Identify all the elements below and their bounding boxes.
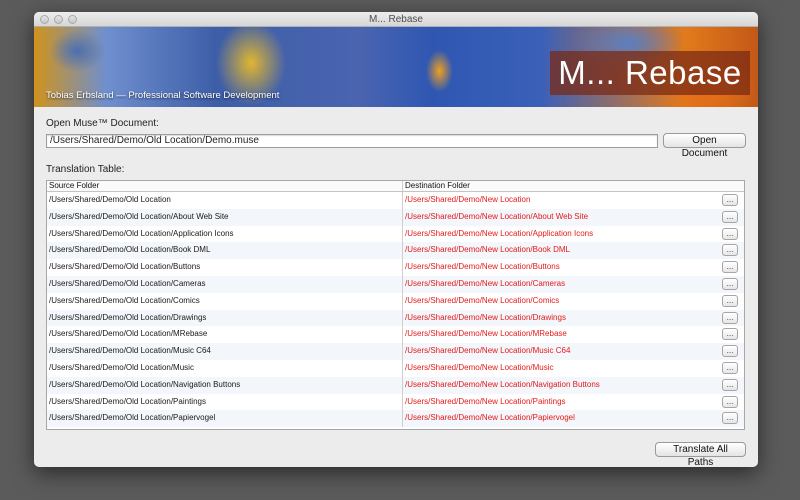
browse-destination-button[interactable]: ... [722, 395, 738, 408]
destination-path: /Users/Shared/Demo/New Location/Painting… [405, 396, 566, 406]
app-window: M... Rebase Tobias Erbsland — Profession… [34, 12, 758, 467]
table-row[interactable]: /Users/Shared/Demo/Old Location/Applicat… [47, 225, 744, 243]
destination-folder-cell[interactable]: /Users/Shared/Demo/New Location/Book DML… [403, 242, 744, 259]
destination-folder-cell[interactable]: /Users/Shared/Demo/New Location... [403, 192, 744, 209]
destination-folder-cell[interactable]: /Users/Shared/Demo/New Location/About We… [403, 209, 744, 226]
destination-folder-cell[interactable]: /Users/Shared/Demo/New Location/Navigati… [403, 377, 744, 394]
destination-folder-cell[interactable]: /Users/Shared/Demo/New Location/Music C6… [403, 343, 744, 360]
table-row[interactable]: /Users/Shared/Demo/Old Location/Navigati… [47, 376, 744, 394]
open-document-label: Open Muse™ Document: [46, 118, 159, 129]
destination-path: /Users/Shared/Demo/New Location/MRebase [405, 329, 567, 339]
document-path-field[interactable] [46, 133, 658, 148]
table-row[interactable]: /Users/Shared/Demo/Old Location/Users/Sh… [47, 192, 744, 209]
destination-path: /Users/Shared/Demo/New Location/Comics [405, 295, 560, 305]
browse-destination-button[interactable]: ... [722, 328, 738, 341]
source-folder-cell: /Users/Shared/Demo/Old Location/Book DML [47, 242, 403, 260]
destination-folder-cell[interactable]: /Users/Shared/Demo/New Location/Papiervo… [403, 410, 744, 427]
destination-folder-cell[interactable]: /Users/Shared/Demo/New Location/Comics..… [403, 293, 744, 310]
translation-table[interactable]: Source Folder Destination Folder /Users/… [46, 180, 745, 430]
source-folder-cell: /Users/Shared/Demo/Old Location/MRebase [47, 326, 403, 344]
browse-destination-button[interactable]: ... [722, 244, 738, 257]
browse-destination-button[interactable]: ... [722, 311, 738, 324]
browse-destination-button[interactable]: ... [722, 194, 738, 206]
table-row[interactable]: /Users/Shared/Demo/Old Location/About We… [47, 208, 744, 226]
source-folder-cell: /Users/Shared/Demo/Old Location/Cameras [47, 275, 403, 293]
table-row[interactable]: /Users/Shared/Demo/Old Location/Music C6… [47, 343, 744, 360]
destination-path: /Users/Shared/Demo/New Location/Navigati… [405, 379, 600, 389]
minimize-window-button[interactable] [54, 15, 63, 24]
browse-destination-button[interactable]: ... [722, 227, 738, 240]
destination-folder-cell[interactable]: /Users/Shared/Demo/New Location/Music... [403, 360, 744, 377]
close-window-button[interactable] [40, 15, 49, 24]
browse-destination-button[interactable]: ... [722, 345, 738, 358]
browse-destination-button[interactable]: ... [722, 277, 738, 290]
destination-folder-cell[interactable]: /Users/Shared/Demo/New Location/Cameras.… [403, 276, 744, 293]
source-folder-cell: /Users/Shared/Demo/Old Location/Music C6… [47, 343, 403, 360]
source-folder-cell: /Users/Shared/Demo/Old Location/Painting… [47, 393, 403, 411]
destination-path: /Users/Shared/Demo/New Location/About We… [405, 211, 589, 221]
source-folder-cell: /Users/Shared/Demo/Old Location/Buttons [47, 259, 403, 276]
destination-folder-cell[interactable]: /Users/Shared/Demo/New Location/Buttons.… [403, 259, 744, 276]
app-logo: M... Rebase [550, 51, 750, 95]
browse-destination-button[interactable]: ... [722, 378, 738, 391]
source-folder-cell: /Users/Shared/Demo/Old Location [47, 192, 403, 209]
open-document-row: Open Document [46, 133, 746, 159]
destination-path: /Users/Shared/Demo/New Location/Music [405, 362, 554, 372]
destination-path: /Users/Shared/Demo/New Location/Music C6… [405, 346, 571, 356]
table-row[interactable]: /Users/Shared/Demo/Old Location/Buttons /… [47, 259, 744, 276]
window-controls [40, 15, 77, 24]
destination-path: /Users/Shared/Demo/New Location/Buttons [405, 262, 560, 272]
table-row[interactable]: /Users/Shared/Demo/Old Location/Drawings… [47, 309, 744, 327]
destination-folder-cell[interactable]: /Users/Shared/Demo/New Location/MRebase.… [403, 326, 744, 343]
table-row[interactable]: /Users/Shared/Demo/Old Location/Book DML… [47, 242, 744, 260]
source-folder-cell: /Users/Shared/Demo/Old Location/Navigati… [47, 376, 403, 394]
browse-destination-button[interactable]: ... [722, 412, 738, 425]
source-folder-cell: /Users/Shared/Demo/Old Location/Papiervo… [47, 410, 403, 428]
destination-folder-cell[interactable]: /Users/Shared/Demo/New Location/Painting… [403, 394, 744, 411]
destination-folder-cell[interactable]: /Users/Shared/Demo/New Location/Drawings… [403, 310, 744, 327]
title-bar[interactable]: M... Rebase [34, 12, 758, 27]
table-row[interactable]: /Users/Shared/Demo/Old Location/Music/Us… [47, 359, 744, 377]
translation-table-label: Translation Table: [46, 164, 125, 175]
browse-destination-button[interactable]: ... [722, 261, 738, 274]
translate-all-paths-button[interactable]: Translate All Paths [655, 442, 746, 467]
destination-path: /Users/Shared/Demo/New Location [405, 195, 531, 204]
browse-destination-button[interactable]: ... [722, 361, 738, 374]
table-body: /Users/Shared/Demo/Old Location/Users/Sh… [47, 192, 744, 428]
main-content: Open Muse™ Document: Open Document Trans… [34, 107, 758, 430]
destination-path: /Users/Shared/Demo/New Location/Applicat… [405, 228, 594, 238]
table-header: Source Folder Destination Folder [47, 181, 744, 192]
source-folder-cell: /Users/Shared/Demo/Old Location/Applicat… [47, 225, 403, 243]
table-row[interactable]: /Users/Shared/Demo/Old Location/Painting… [47, 393, 744, 411]
banner-credit: Tobias Erbsland — Professional Software … [46, 90, 280, 101]
source-folder-cell: /Users/Shared/Demo/Old Location/Music [47, 359, 403, 377]
open-document-button[interactable]: Open Document [663, 133, 746, 159]
browse-destination-button[interactable]: ... [722, 294, 738, 307]
destination-folder-header[interactable]: Destination Folder [403, 181, 744, 191]
table-row[interactable]: /Users/Shared/Demo/Old Location/MRebase /… [47, 326, 744, 344]
source-folder-header[interactable]: Source Folder [47, 181, 403, 191]
destination-path: /Users/Shared/Demo/New Location/Book DML [405, 245, 570, 255]
source-folder-cell: /Users/Shared/Demo/Old Location/Comics [47, 292, 403, 310]
table-row[interactable]: /Users/Shared/Demo/Old Location/Cameras /… [47, 275, 744, 293]
header-banner: Tobias Erbsland — Professional Software … [34, 27, 758, 107]
source-folder-cell: /Users/Shared/Demo/Old Location/Drawings [47, 309, 403, 327]
source-folder-cell: /Users/Shared/Demo/Old Location/About We… [47, 208, 403, 226]
destination-path: /Users/Shared/Demo/New Location/Cameras [405, 278, 566, 288]
table-row[interactable]: /Users/Shared/Demo/Old Location/Comics/U… [47, 292, 744, 310]
destination-path: /Users/Shared/Demo/New Location/Papiervo… [405, 413, 575, 423]
table-row[interactable]: /Users/Shared/Demo/Old Location/Papiervo… [47, 410, 744, 428]
zoom-window-button[interactable] [68, 15, 77, 24]
window-title: M... Rebase [369, 14, 423, 25]
browse-destination-button[interactable]: ... [722, 210, 738, 223]
destination-folder-cell[interactable]: /Users/Shared/Demo/New Location/Applicat… [403, 226, 744, 243]
destination-path: /Users/Shared/Demo/New Location/Drawings [405, 312, 566, 322]
